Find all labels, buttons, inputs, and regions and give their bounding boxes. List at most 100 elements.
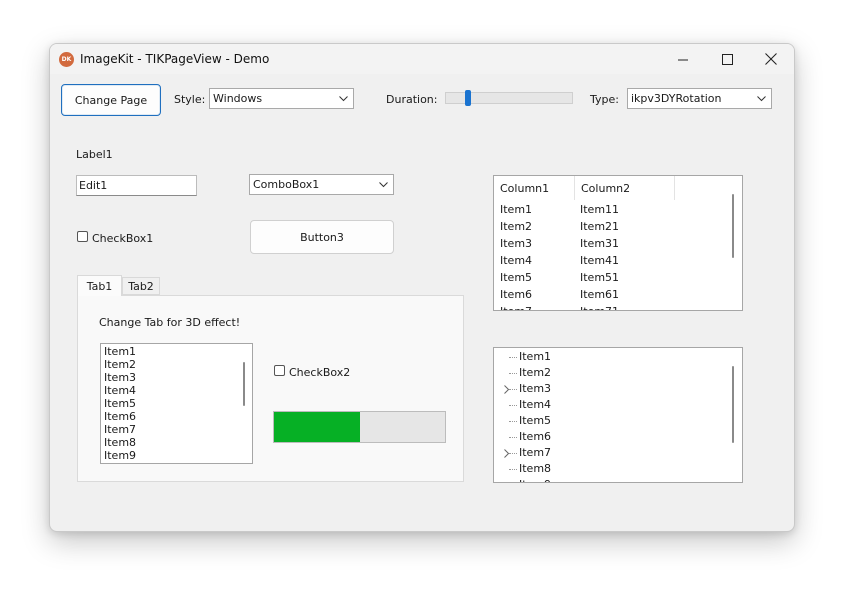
duration-label: Duration:: [386, 93, 438, 106]
list-item[interactable]: Item5: [104, 397, 136, 410]
table-cell: Item6: [500, 288, 533, 301]
chevron-right-icon[interactable]: [504, 385, 510, 394]
table-row[interactable]: Item1 Item11: [494, 203, 724, 220]
list-item[interactable]: Item3: [104, 371, 136, 384]
tree-connector: [509, 373, 517, 374]
list-item[interactable]: Item9: [104, 449, 136, 462]
tree-item[interactable]: Item6: [519, 430, 551, 443]
checkbox1-label[interactable]: CheckBox1: [92, 232, 153, 245]
table-cell: Item31: [580, 237, 620, 250]
table-row[interactable]: Item5 Item51: [494, 271, 724, 288]
list-item[interactable]: Item8: [104, 436, 136, 449]
tree-connector: [509, 421, 517, 422]
change-page-button[interactable]: Change Page: [61, 84, 161, 116]
app-window: DK ImageKit - TIKPageView - Demo Change …: [49, 43, 795, 532]
close-button[interactable]: [748, 44, 794, 74]
tree-item[interactable]: Item9: [519, 478, 551, 482]
table-cell: Item3: [500, 237, 533, 250]
type-value: ikpv3DYRotation: [631, 92, 722, 105]
table-cell: Item41: [580, 254, 620, 267]
table-cell: Item2: [500, 220, 533, 233]
column-header-2-label: Column2: [581, 181, 631, 195]
app-logo-icon: DK: [59, 52, 74, 67]
tree-item[interactable]: Item1: [519, 350, 551, 363]
table-row[interactable]: Item3 Item31: [494, 237, 724, 254]
table-row[interactable]: Item4 Item41: [494, 254, 724, 271]
table-cell: Item21: [580, 220, 620, 233]
type-label: Type:: [590, 93, 619, 106]
checkbox2-label[interactable]: CheckBox2: [289, 366, 350, 379]
style-value: Windows: [213, 92, 263, 105]
table-cell: Item11: [580, 203, 620, 216]
tree-connector: [509, 437, 517, 438]
column-header-1[interactable]: Column1: [494, 176, 575, 200]
chevron-down-icon: [379, 181, 388, 187]
combobox1-value: ComboBox1: [253, 178, 320, 191]
list-item[interactable]: Item4: [104, 384, 136, 397]
table-cell: Item61: [580, 288, 620, 301]
list-view[interactable]: Column1 Column2 Item1 Item11 Item2 Item21 It…: [493, 175, 743, 311]
tree-item[interactable]: Item3: [519, 382, 551, 395]
close-icon: [765, 53, 777, 65]
table-cell: Item71: [580, 305, 619, 310]
maximize-icon: [721, 53, 733, 65]
edit1-input[interactable]: Edit1: [76, 175, 197, 196]
tree-item[interactable]: Item7: [519, 446, 551, 459]
button3-label: Button3: [300, 230, 344, 244]
tree-view-scrollbar[interactable]: [732, 366, 734, 443]
listbox[interactable]: Item1 Item2 Item3 Item4 Item5 Item6 Item7 Item8…: [100, 343, 253, 464]
tree-item[interactable]: Item4: [519, 398, 551, 411]
list-item[interactable]: Item1: [104, 345, 136, 358]
table-row[interactable]: Item2 Item21: [494, 220, 724, 237]
column-header-2[interactable]: Column2: [575, 176, 675, 200]
title-bar[interactable]: DK ImageKit - TIKPageView - Demo: [50, 44, 794, 74]
tab1-label: Tab1: [86, 279, 113, 293]
table-row[interactable]: Item6 Item61: [494, 288, 724, 305]
tree-connector: [509, 453, 517, 454]
chevron-down-icon: [339, 95, 348, 101]
tab-tab1[interactable]: Tab1: [77, 275, 122, 296]
tab-hint-label: Change Tab for 3D effect!: [99, 316, 241, 329]
tab2-label: Tab2: [128, 279, 154, 293]
tab-page: Change Tab for 3D effect! Item1 Item2 Item…: [77, 295, 464, 482]
table-row[interactable]: Item7 Item71: [494, 305, 724, 310]
tree-view[interactable]: Item1 Item2 Item3 Item4 Item5 Item6 Item7 Item8…: [493, 347, 743, 483]
duration-slider-thumb[interactable]: [465, 90, 471, 106]
chevron-down-icon: [757, 95, 766, 101]
list-view-scrollbar[interactable]: [732, 194, 734, 258]
change-page-label: Change Page: [74, 93, 148, 107]
tree-connector: [509, 405, 517, 406]
tree-connector: [509, 357, 517, 358]
table-cell: Item7: [500, 305, 532, 310]
list-item[interactable]: Item6: [104, 410, 136, 423]
combobox1[interactable]: ComboBox1: [249, 174, 394, 195]
listbox-scrollbar[interactable]: [243, 362, 245, 406]
tab-tab2[interactable]: Tab2: [122, 277, 160, 295]
style-label: Style:: [174, 93, 206, 106]
table-cell: Item5: [500, 271, 533, 284]
minimize-icon: [677, 59, 688, 60]
tree-connector: [509, 469, 517, 470]
chevron-right-icon[interactable]: [504, 449, 510, 458]
table-cell: Item1: [500, 203, 533, 216]
button3[interactable]: Button3: [250, 220, 394, 254]
checkbox2[interactable]: [274, 365, 285, 376]
maximize-button[interactable]: [704, 44, 750, 74]
tree-item[interactable]: Item8: [519, 462, 551, 475]
tree-item[interactable]: Item5: [519, 414, 551, 427]
progress-bar: [273, 411, 446, 443]
label1: Label1: [76, 148, 113, 161]
minimize-button[interactable]: [660, 44, 706, 74]
edit1-value: Edit1: [79, 179, 108, 192]
table-cell: Item51: [580, 271, 620, 284]
table-cell: Item4: [500, 254, 533, 267]
tree-connector: [509, 389, 517, 390]
list-item[interactable]: Item7: [104, 423, 136, 436]
column-header-1-label: Column1: [500, 181, 550, 195]
style-combobox[interactable]: Windows: [209, 88, 354, 109]
checkbox1[interactable]: [77, 231, 88, 242]
tree-item[interactable]: Item2: [519, 366, 551, 379]
type-combobox[interactable]: ikpv3DYRotation: [627, 88, 772, 109]
progress-fill: [274, 412, 360, 442]
list-item[interactable]: Item2: [104, 358, 136, 371]
